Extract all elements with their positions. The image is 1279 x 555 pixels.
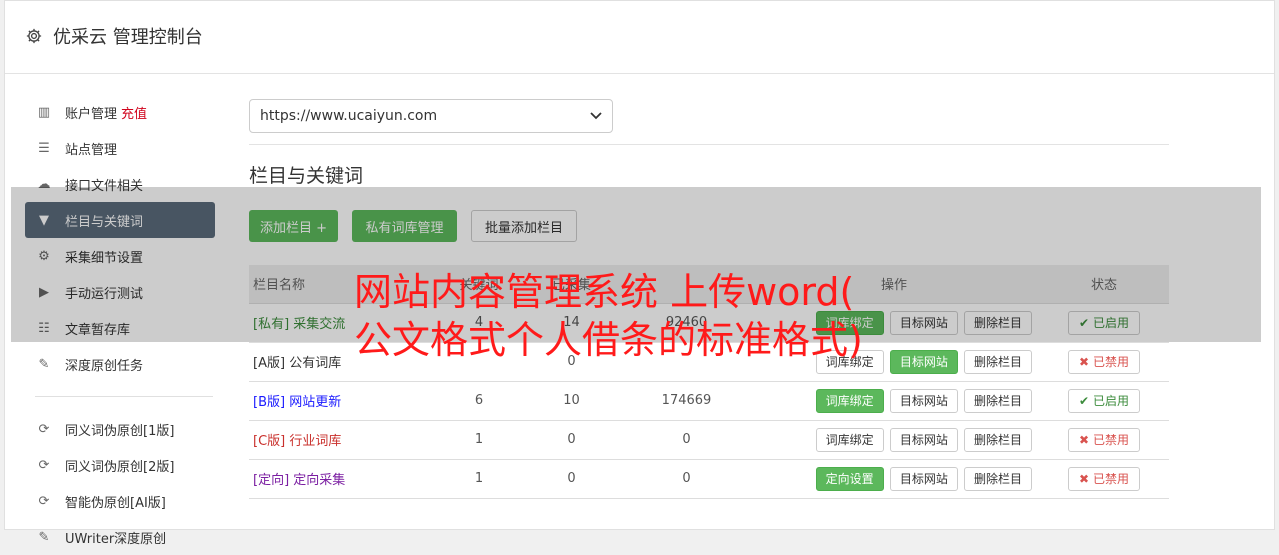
sidebar-item-label: 智能伪原创[AI版] — [65, 495, 166, 511]
table-row: [C版] 行业词库 1 0 0 词库绑定 目标网站 删除栏目 ✖ 已禁用 — [249, 420, 1169, 460]
edit-icon: ✎ — [38, 356, 50, 372]
brand[interactable]: 优采云 管理控制台 — [25, 23, 203, 49]
column-name: 网站更新 — [289, 395, 342, 410]
target-site-button[interactable]: 目标网站 — [889, 466, 958, 491]
delete-column-button[interactable]: 删除栏目 — [963, 349, 1032, 374]
column-name: 定向采集 — [293, 473, 346, 488]
delete-column-button[interactable]: 删除栏目 — [963, 466, 1032, 491]
status-cell: ✖ 已禁用 — [1039, 420, 1169, 460]
delete-column-button[interactable]: 删除栏目 — [963, 427, 1032, 452]
refresh-icon: ⟳ — [38, 457, 50, 473]
close-icon: ✖ — [1079, 471, 1090, 486]
status-cell: ✔ 已启用 — [1039, 381, 1169, 421]
sidebar-item-label: 同义词伪原创[2版] — [65, 459, 175, 475]
table-row: [B版] 网站更新 6 10 174669 词库绑定 目标网站 删除栏目 ✔ 已… — [249, 381, 1169, 421]
section-title: 栏目与关键词 — [249, 165, 364, 187]
sidebar-item-tool-3[interactable]: ✎ UWriter深度原创 — [25, 519, 215, 555]
status-toggle[interactable]: ✖ 已禁用 — [1068, 427, 1140, 452]
site-select-value: https://www.ucaiyun.com — [260, 108, 438, 124]
column-name: 公有词库 — [289, 356, 342, 371]
collected-count: 0 — [624, 420, 749, 460]
status-toggle[interactable]: ✖ 已禁用 — [1068, 466, 1140, 491]
status-label: 已禁用 — [1092, 471, 1129, 486]
app-title: 优采云 管理控制台 — [53, 27, 203, 48]
sidebar-item-label: 同义词伪原创[1版] — [65, 423, 175, 439]
column-name: 行业词库 — [289, 434, 342, 449]
keyword-count: 1 — [439, 420, 519, 460]
target-site-button[interactable]: 目标网站 — [889, 427, 958, 452]
gear-icon — [26, 28, 42, 44]
bind-lexicon-button[interactable]: 定向设置 — [815, 466, 884, 491]
bind-lexicon-button[interactable]: 词库绑定 — [815, 427, 884, 452]
link-count[interactable]: 10 — [519, 381, 624, 421]
divider — [249, 144, 1169, 145]
chevron-down-icon — [590, 112, 602, 120]
sidebar-item-label: 深度原创任务 — [65, 358, 144, 374]
actions-cell: 词库绑定 目标网站 删除栏目 — [749, 420, 1039, 460]
status-label: 已禁用 — [1092, 432, 1129, 447]
bind-lexicon-button[interactable]: 词库绑定 — [815, 388, 884, 413]
column-tag: [定向] — [253, 473, 290, 488]
delete-column-button[interactable]: 删除栏目 — [963, 388, 1032, 413]
link-count[interactable]: 0 — [519, 459, 624, 499]
table-row: [定向] 定向采集 1 0 0 定向设置 目标网站 删除栏目 ✖ 已禁用 — [249, 459, 1169, 499]
refresh-icon: ⟳ — [38, 493, 50, 509]
status-cell: ✖ 已禁用 — [1039, 342, 1169, 382]
sidebar-item-tool-2[interactable]: ⟳ 智能伪原创[AI版] — [25, 483, 215, 519]
sidebar-item-main-0[interactable]: ▥ 账户管理 充值 — [25, 94, 215, 130]
top-bar: 优采云 管理控制台 — [5, 1, 1274, 74]
sidebar-item-main-7[interactable]: ✎ 深度原创任务 — [25, 346, 215, 382]
overlay-title-line2: 公文格式个人借条的标准格式) — [354, 318, 863, 362]
bar-chart-icon: ▥ — [37, 104, 51, 120]
sidebar-item-tool-0[interactable]: ⟳ 同义词伪原创[1版] — [25, 411, 215, 447]
status-toggle[interactable]: ✖ 已禁用 — [1068, 349, 1140, 374]
sidebar-item-tool-1[interactable]: ⟳ 同义词伪原创[2版] — [25, 447, 215, 483]
close-icon: ✖ — [1079, 354, 1090, 369]
sidebar-item-label: 站点管理 — [65, 142, 118, 158]
column-name-cell[interactable]: [B版] 网站更新 — [249, 381, 439, 421]
collected-count: 174669 — [624, 381, 749, 421]
column-tag: [B版] — [253, 395, 286, 410]
overlay-title: 网站内容管理系统 上传word( 公文格式个人借条的标准格式) — [354, 268, 974, 364]
refresh-icon: ⟳ — [38, 421, 50, 437]
status-label: 已启用 — [1092, 393, 1129, 408]
keyword-count: 6 — [439, 381, 519, 421]
status-toggle[interactable]: ✔ 已启用 — [1068, 388, 1140, 413]
site-select[interactable]: https://www.ucaiyun.com — [249, 99, 613, 133]
check-icon: ✔ — [1079, 393, 1090, 408]
keyword-count: 1 — [439, 459, 519, 499]
close-icon: ✖ — [1079, 432, 1090, 447]
column-name-cell[interactable]: [定向] 定向采集 — [249, 459, 439, 499]
actions-cell: 定向设置 目标网站 删除栏目 — [749, 459, 1039, 499]
column-tag: [A版] — [253, 356, 286, 371]
overlay-title-line1: 网站内容管理系统 上传word( — [354, 270, 855, 314]
column-tag: [C版] — [253, 434, 286, 449]
actions-cell: 词库绑定 目标网站 删除栏目 — [749, 381, 1039, 421]
status-cell: ✖ 已禁用 — [1039, 459, 1169, 499]
sidebar-item-label: UWriter深度原创 — [65, 531, 167, 547]
sidebar-item-label: 账户管理 — [65, 106, 118, 122]
status-label: 已禁用 — [1092, 354, 1129, 369]
collected-count: 0 — [624, 459, 749, 499]
link-count[interactable]: 0 — [519, 420, 624, 460]
column-name-cell[interactable]: [C版] 行业词库 — [249, 420, 439, 460]
server-icon: ☰ — [38, 140, 50, 156]
target-site-button[interactable]: 目标网站 — [889, 388, 958, 413]
sidebar-item-main-1[interactable]: ☰ 站点管理 — [25, 130, 215, 166]
recharge-link[interactable]: 充值 — [121, 103, 147, 122]
edit-icon: ✎ — [38, 529, 50, 545]
sidebar-divider — [35, 396, 213, 397]
